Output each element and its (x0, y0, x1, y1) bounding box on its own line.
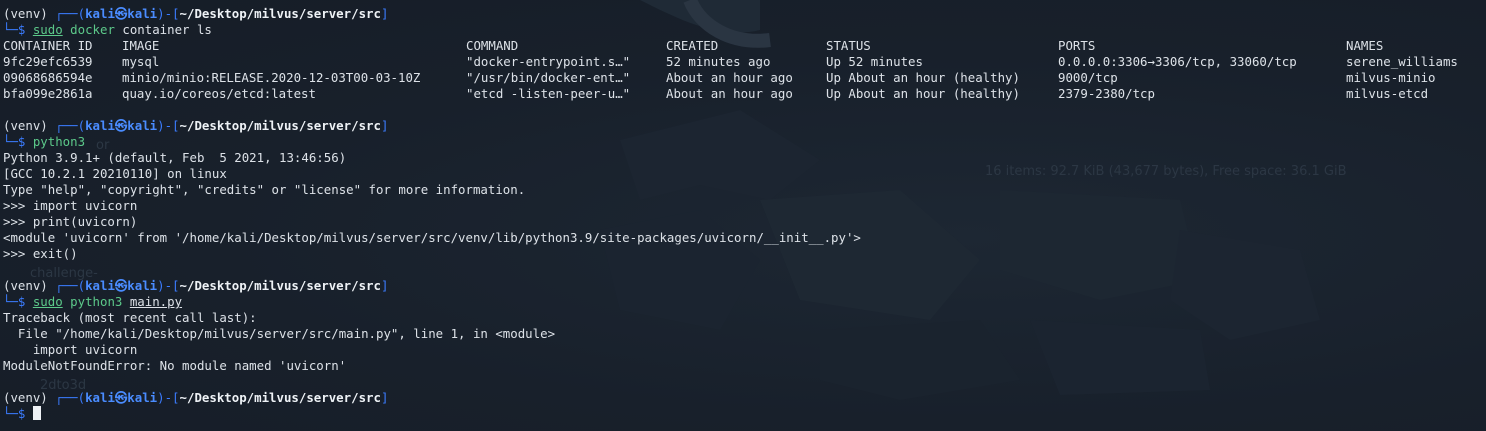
command-name: docker (62, 22, 115, 37)
prompt-user-host: kali㉿kali (85, 278, 158, 293)
prompt-path: ~/Desktop/milvus/server/src (179, 118, 381, 133)
prompt-frame: ] (380, 6, 389, 21)
prompt-frame: )-[ (157, 278, 180, 293)
prompt-symbol: └─$ (3, 22, 33, 37)
command-line: └─$ python3 (3, 134, 1486, 150)
cell-image: minio/minio:RELEASE.2020-12-03T00-03-10Z (122, 70, 421, 85)
cell-status: Up 52 minutes (826, 54, 923, 69)
output-line: Type "help", "copyright", "credits" or "… (3, 182, 526, 197)
cell-container-id: 09068686594e (3, 70, 93, 85)
prompt-path: ~/Desktop/milvus/server/src (179, 390, 381, 405)
active-command-line[interactable]: └─$ (3, 406, 1486, 422)
table-row: 09068686594e minio/minio:RELEASE.2020-12… (3, 70, 1486, 86)
output-line: >>> import uvicorn (3, 198, 138, 213)
command-name: python3 (62, 294, 130, 309)
output-line: <module 'uvicorn' from '/home/kali/Deskt… (3, 230, 861, 245)
prompt-frame: ┌──( (55, 278, 86, 293)
prompt-user-host: kali㉿kali (85, 118, 158, 133)
header-names: NAMES (1346, 38, 1384, 53)
prompt-symbol: └─$ (3, 294, 33, 309)
prompt-line: (venv) ┌──(kali㉿kali)-[~/Desktop/milvus/… (3, 278, 1486, 294)
terminal-window[interactable]: 16 items: 92.7 KiB (43,677 bytes), Free … (0, 0, 1486, 431)
prompt-frame: ┌──( (55, 118, 86, 133)
header-image: IMAGE (122, 38, 160, 53)
header-command: COMMAND (466, 38, 519, 53)
output-line: Traceback (most recent call last): (3, 310, 257, 325)
header-status: STATUS (826, 38, 871, 53)
command-line: └─$ sudo docker container ls (3, 22, 1486, 38)
cell-status: Up About an hour (healthy) (826, 70, 1020, 85)
venv-label: (venv) (3, 118, 56, 133)
terminal-output: (venv) ┌──(kali㉿kali)-[~/Desktop/milvus/… (3, 6, 1486, 422)
cell-names: serene_williams (1346, 54, 1458, 69)
venv-label: (venv) (3, 278, 56, 293)
venv-label: (venv) (3, 6, 56, 21)
prompt-line: (venv) ┌──(kali㉿kali)-[~/Desktop/milvus/… (3, 118, 1486, 134)
cell-ports: 9000/tcp (1058, 70, 1118, 85)
prompt-user-host: kali㉿kali (85, 390, 158, 405)
prompt-path: ~/Desktop/milvus/server/src (179, 6, 381, 21)
prompt-symbol: └─$ (3, 134, 33, 149)
text-cursor[interactable] (32, 406, 41, 420)
prompt-frame: )-[ (157, 390, 180, 405)
output-line: [GCC 10.2.1 20210110] on linux (3, 166, 227, 181)
cell-image: mysql (122, 54, 160, 69)
header-ports: PORTS (1058, 38, 1096, 53)
command-sudo: sudo (32, 22, 63, 37)
table-row: 9fc29efc6539 mysql "docker-entrypoint.s…… (3, 54, 1486, 70)
prompt-symbol: └─$ (3, 406, 33, 421)
cell-container-id: 9fc29efc6539 (3, 54, 93, 69)
output-line: import uvicorn (3, 342, 138, 357)
output-line: >>> print(uvicorn) (3, 214, 138, 229)
header-created: CREATED (666, 38, 719, 53)
prompt-line: (venv) ┌──(kali㉿kali)-[~/Desktop/milvus/… (3, 390, 1486, 406)
venv-label: (venv) (3, 390, 56, 405)
cell-command: "docker-entrypoint.s…" (466, 54, 631, 69)
output-line: ModuleNotFoundError: No module named 'uv… (3, 358, 347, 373)
cell-ports: 2379-2380/tcp (1058, 86, 1155, 101)
prompt-frame: )-[ (157, 118, 180, 133)
output-line: >>> exit() (3, 246, 78, 261)
output-line: File "/home/kali/Desktop/milvus/server/s… (3, 326, 556, 341)
command-args: container ls (114, 22, 212, 37)
cell-image: quay.io/coreos/etcd:latest (122, 86, 316, 101)
output-line: Python 3.9.1+ (default, Feb 5 2021, 13:4… (3, 150, 347, 165)
prompt-frame: ┌──( (55, 390, 86, 405)
header-container-id: CONTAINER ID (3, 38, 93, 53)
prompt-path: ~/Desktop/milvus/server/src (179, 278, 381, 293)
cell-names: milvus-minio (1346, 70, 1436, 85)
cell-container-id: bfa099e2861a (3, 86, 93, 101)
cell-command: "etcd -listen-peer-u…" (466, 86, 631, 101)
cell-command: "/usr/bin/docker-ent…" (466, 70, 631, 85)
table-header: CONTAINER ID IMAGE COMMAND CREATED STATU… (3, 38, 1486, 54)
prompt-line: (venv) ┌──(kali㉿kali)-[~/Desktop/milvus/… (3, 6, 1486, 22)
prompt-frame: ┌──( (55, 6, 86, 21)
prompt-user-host: kali㉿kali (85, 6, 158, 21)
prompt-frame: )-[ (157, 6, 180, 21)
command-line: └─$ sudo python3 main.py (3, 294, 1486, 310)
cell-ports: 0.0.0.0:3306→3306/tcp, 33060/tcp (1058, 54, 1297, 69)
table-row: bfa099e2861a quay.io/coreos/etcd:latest … (3, 86, 1486, 102)
prompt-frame: ] (380, 118, 389, 133)
cell-created: About an hour ago (666, 86, 793, 101)
prompt-frame: ] (380, 390, 389, 405)
cell-created: About an hour ago (666, 70, 793, 85)
command-sudo: sudo (32, 294, 63, 309)
cell-created: 52 minutes ago (666, 54, 771, 69)
cell-names: milvus-etcd (1346, 86, 1429, 101)
prompt-frame: ] (380, 278, 389, 293)
command-file-arg: main.py (129, 294, 183, 309)
command-name: python3 (32, 134, 86, 149)
cell-status: Up About an hour (healthy) (826, 86, 1020, 101)
